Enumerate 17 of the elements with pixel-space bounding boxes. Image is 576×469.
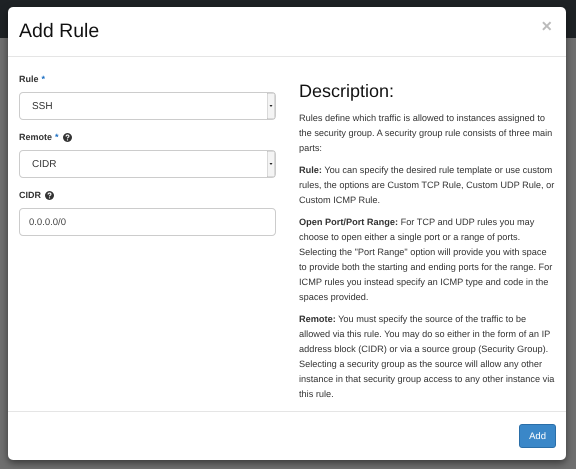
help-icon[interactable] xyxy=(62,132,72,142)
description-paragraph: Open Port/Port Range: For TCP and UDP rules you may choose to open either a single port or a range of ports. Selecting the "Port Range" option will provide you with space to provide both the starting and ending ports for the range. For ICMP rules you instead specify an ICMP type and code in the spaces provided. xyxy=(299,216,554,304)
field-label: CIDR xyxy=(19,190,41,200)
text-field[interactable]: 0.0.0.0/0 xyxy=(19,208,276,236)
description-paragraph: Rules define which traffic is allowed to instances assigned to the security group. A security group rule consists of three main parts: xyxy=(299,112,554,155)
field-label: Remote xyxy=(19,132,52,142)
required-mark: * xyxy=(42,74,46,84)
description-paragraph: Rule: You can specify the desired rule template or use custom rules, the options are Custom TCP Rule, Custom UDP Rule, or Custom ICMP Rule. xyxy=(299,164,556,207)
required-mark: * xyxy=(55,132,59,142)
field-label: Rule xyxy=(19,74,39,84)
help-icon[interactable] xyxy=(45,190,54,200)
modal-title: Add Rule xyxy=(19,20,100,43)
select-dropdown[interactable]: SSH xyxy=(19,92,276,120)
select-dropdown[interactable]: CIDR xyxy=(19,150,276,178)
description-paragraph: Remote: You must specify the source of the traffic to be allowed via this rule. You may do so either in the form of an IP address block (CIDR) or via a source group (Security Group). Selecting a security group as the source will allow any other instance in that security group access to any other instance via this rule. xyxy=(299,313,556,401)
add-button[interactable]: Add xyxy=(519,424,556,448)
description-heading: Description: xyxy=(299,81,396,102)
